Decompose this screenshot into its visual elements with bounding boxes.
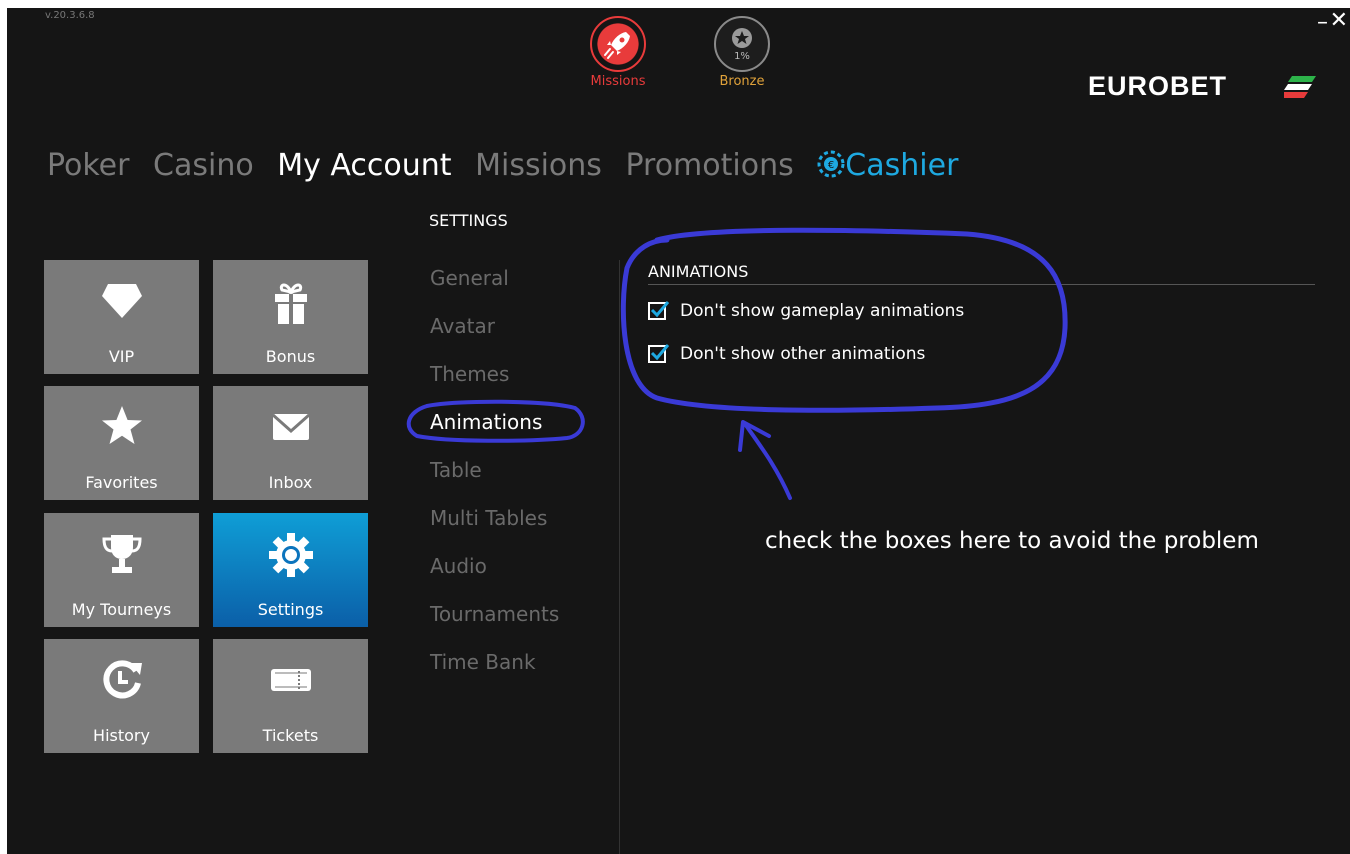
app-window: v.20.3.6.8 – ✕ Missions 1% Bronze EUROBE… xyxy=(7,8,1350,854)
annotation-text: check the boxes here to avoid the proble… xyxy=(765,528,1259,554)
annotation-drawing xyxy=(406,227,1068,500)
